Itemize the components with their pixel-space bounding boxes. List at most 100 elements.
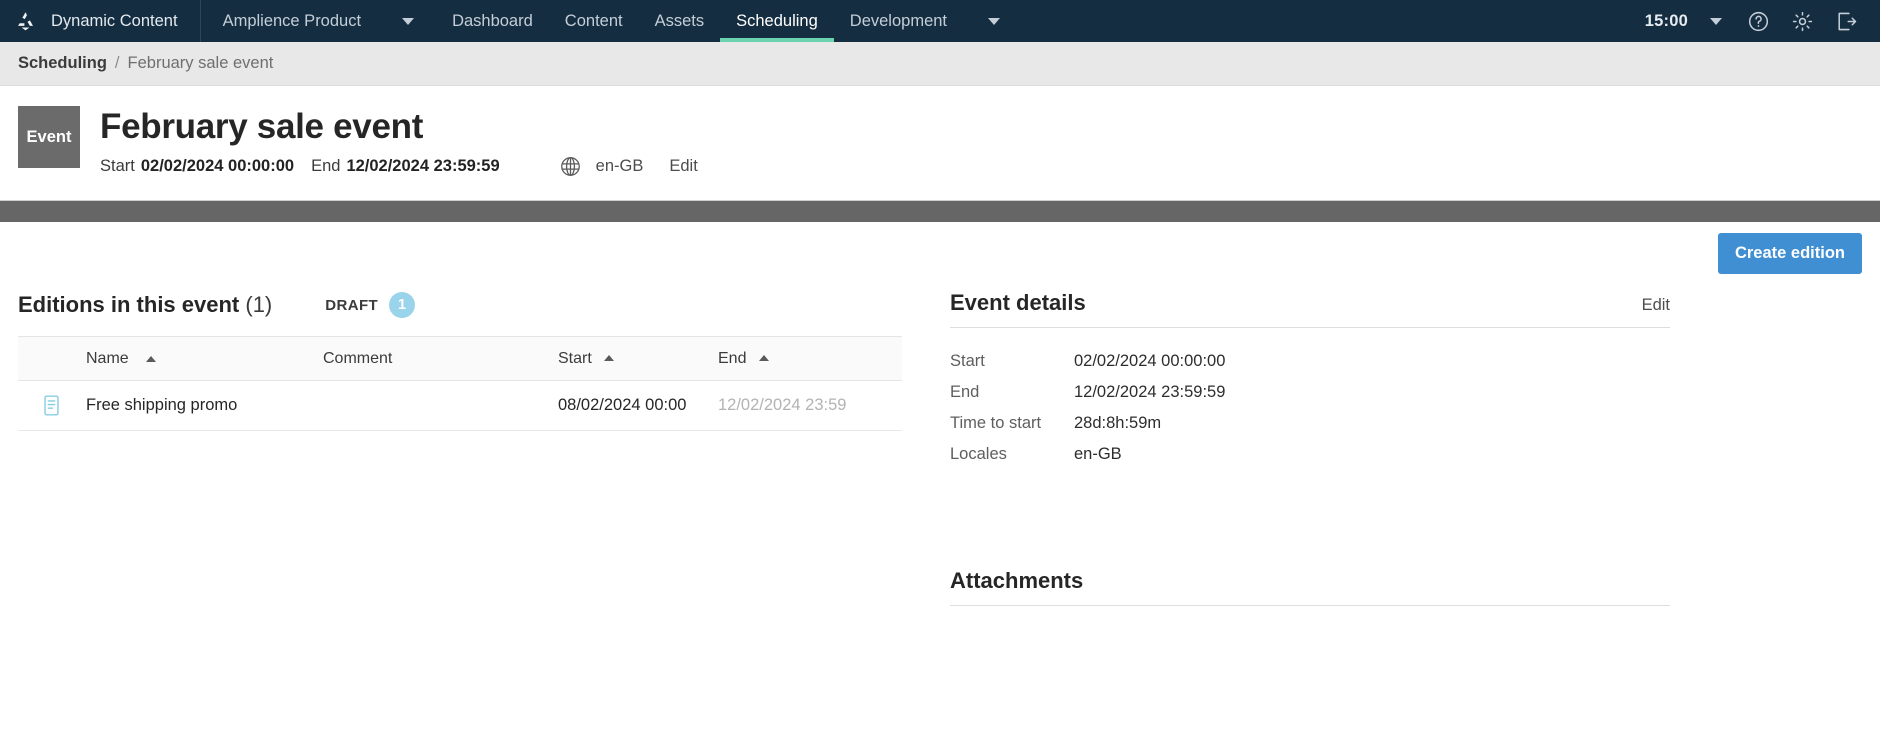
attachments-title: Attachments [950,568,1084,593]
column-header-name-label: Name [86,349,129,367]
detail-value: 12/02/2024 23:59:59 [1074,383,1226,401]
nav-item-dashboard[interactable]: Dashboard [436,0,549,42]
event-locale-group: en-GB Edit [559,155,698,178]
chevron-down-icon [402,17,415,25]
draft-filter[interactable]: DRAFT 1 [325,292,416,318]
details-panel: Event details Edit Start 02/02/2024 00:0… [926,284,1670,606]
event-details-header: Event details Edit [950,290,1670,328]
detail-value: 02/02/2024 00:00:00 [1074,352,1226,370]
event-details-title: Event details [950,290,1086,315]
event-header: Event February sale event Start 02/02/20… [0,86,1880,200]
row-name-text: Free shipping promo [86,396,238,414]
clock-display: 15:00 [1644,11,1688,30]
breadcrumb-separator: / [114,54,120,72]
brand-area[interactable]: Dynamic Content [0,0,201,42]
globe-icon [560,157,580,177]
row-name-cell: Free shipping promo [86,396,323,415]
row-start-cell: 08/02/2024 00:00 [558,396,687,414]
gear-icon [1792,11,1812,31]
edition-document-icon [44,395,59,416]
nav-item-label: Development [849,11,948,30]
column-header-name[interactable]: Name [86,350,323,368]
nav-hub-caret[interactable] [377,0,436,42]
row-end-cell: 12/02/2024 23:59 [718,396,847,414]
top-navigation-bar: Dynamic Content Amplience Product Dashbo… [0,0,1880,42]
detail-row-start: Start 02/02/2024 00:00:00 [950,352,1670,383]
event-type-badge: Event [18,106,80,168]
sort-ascending-icon [604,354,615,361]
detail-value: 28d:8h:59m [1074,414,1162,432]
main-content: Editions in this event (1) DRAFT 1 Name … [0,284,1880,606]
detail-row-time-to-start: Time to start 28d:8h:59m [950,414,1670,445]
nav-overflow-caret[interactable] [963,0,1022,42]
nav-item-label: Content [564,11,623,30]
event-end-label: End [311,157,341,176]
table-row[interactable]: Free shipping promo 08/02/2024 00:00 12/… [18,381,902,431]
editions-table: Name Comment Start End Free shipping pro… [18,336,902,431]
editions-panel: Editions in this event (1) DRAFT 1 Name … [18,284,902,431]
detail-value: en-GB [1074,445,1122,463]
column-header-start[interactable]: Start [558,350,718,368]
sort-ascending-icon [145,355,156,362]
event-details-list: Start 02/02/2024 00:00:00 End 12/02/2024… [950,352,1670,476]
panel-spacer [950,476,1670,562]
breadcrumb-root-link[interactable]: Scheduling [18,54,107,73]
event-start-label: Start [100,157,135,176]
draft-label: DRAFT [325,296,379,314]
settings-button[interactable] [1780,0,1824,42]
column-header-comment[interactable]: Comment [323,350,558,368]
detail-key: Time to start [950,414,1042,432]
logout-icon [1837,12,1856,30]
brand-label: Dynamic Content [51,11,178,30]
column-header-comment-label: Comment [323,349,393,367]
nav-hub-selector[interactable]: Amplience Product [201,0,378,42]
editions-count: (1) [245,292,273,317]
row-icon-cell [18,394,86,417]
chevron-down-icon [988,17,1001,25]
page-title: February sale event [100,107,424,146]
chevron-down-icon [1709,17,1722,25]
event-header-edit-link[interactable]: Edit [669,157,697,176]
breadcrumb: Scheduling / February sale event [0,42,1880,86]
nav-item-label: Dashboard [452,11,533,30]
editions-section-title: Editions in this event (1) [18,292,272,318]
detail-row-end: End 12/02/2024 23:59:59 [950,383,1670,414]
nav-right-cluster: 15:00 [1635,0,1880,42]
clock-dropdown-button[interactable] [1692,0,1736,42]
help-button[interactable] [1736,0,1780,42]
amplience-logo-icon [13,9,38,34]
detail-row-locales: Locales en-GB [950,445,1670,476]
nav-item-label: Assets [654,11,705,30]
event-end-value: 12/02/2024 23:59:59 [346,157,500,176]
event-start-value: 02/02/2024 00:00:00 [140,157,295,176]
help-circle-icon [1748,11,1768,31]
action-bar: Create edition [0,222,1880,284]
table-header-row: Name Comment Start End [18,336,902,381]
event-header-text: February sale event Start 02/02/2024 00:… [100,106,698,178]
sort-ascending-icon [758,354,769,361]
column-header-end-label: End [718,349,747,367]
nav-item-assets[interactable]: Assets [639,0,721,42]
attachments-header: Attachments [950,568,1670,606]
column-header-end[interactable]: End [718,350,888,368]
event-details-edit-link[interactable]: Edit [1642,296,1670,315]
breadcrumb-current: February sale event [127,54,274,72]
draft-count-badge: 1 [389,292,416,318]
detail-key: Start [950,352,985,370]
create-edition-button[interactable]: Create edition [1717,232,1862,274]
logout-button[interactable] [1824,0,1868,42]
editions-section-header: Editions in this event (1) DRAFT 1 [18,284,902,326]
nav-hub-label: Amplience Product [222,11,362,30]
editions-title-text: Editions in this event [18,292,240,317]
event-schedule-summary: Start 02/02/2024 00:00:00 End 12/02/2024… [100,155,698,178]
detail-key: End [950,383,980,401]
nav-item-content[interactable]: Content [549,0,639,42]
detail-key: Locales [950,445,1007,463]
timeline-divider-bar [0,200,1880,222]
event-locale-value: en-GB [595,157,644,176]
nav-items: Amplience Product Dashboard Content Asse… [201,0,1022,42]
nav-item-scheduling[interactable]: Scheduling [720,0,834,42]
nav-item-development[interactable]: Development [834,0,963,42]
nav-item-label: Scheduling [736,11,818,30]
